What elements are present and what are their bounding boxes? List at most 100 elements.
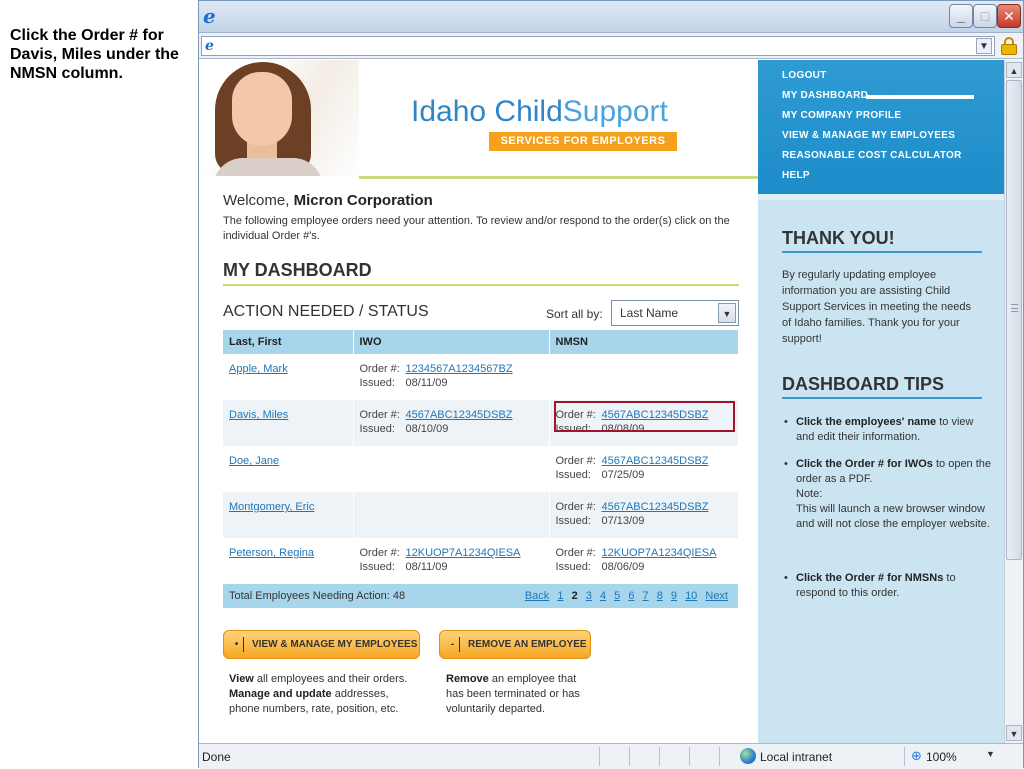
employee-name-link[interactable]: Doe, Jane: [229, 455, 279, 467]
vertical-scrollbar[interactable]: ▲ ▼: [1004, 60, 1023, 743]
column-header-name: Last, First: [223, 330, 354, 354]
nmsn-issued-date: 08/06/09: [601, 561, 645, 573]
pager-page-5[interactable]: 5: [614, 590, 620, 602]
pager-next-link[interactable]: Next: [705, 590, 728, 602]
minimize-button[interactable]: _: [949, 4, 973, 28]
view-manage-employees-button[interactable]: • VIEW & MANAGE MY EMPLOYEES: [223, 630, 420, 659]
nmsn-issued-date: 08/08/09: [601, 423, 645, 435]
dashboard-tips-heading: DASHBOARD TIPS: [782, 374, 945, 394]
main-nav: LOGOUT MY DASHBOARD MY COMPANY PROFILE V…: [758, 60, 1004, 194]
iwo-order-link[interactable]: 1234567A1234567BZ: [406, 363, 513, 375]
iwo-order-link[interactable]: 12KUOP7A1234QIESA: [406, 547, 521, 559]
intro-text: The following employee orders need your …: [223, 215, 730, 242]
total-employees-text: Total Employees Needing Action: 48: [229, 590, 406, 602]
orders-table: Last, First IWO NMSN Apple, Mark Order #…: [223, 330, 739, 608]
scrollbar-thumb[interactable]: [1006, 80, 1022, 560]
tip-employee-name: Click the employees' name to view and ed…: [782, 415, 992, 445]
iwo-issued-date: 08/11/09: [405, 377, 448, 389]
address-input[interactable]: e ▼: [201, 36, 995, 56]
scroll-up-button[interactable]: ▲: [1006, 62, 1022, 78]
table-row: Doe, Jane Order #: 4567ABC12345DSBZ Issue…: [223, 446, 739, 492]
nmsn-order-link[interactable]: 4567ABC12345DSBZ: [602, 501, 709, 513]
nav-active-indicator: [866, 95, 974, 99]
remove-employee-button[interactable]: - REMOVE AN EMPLOYEE: [439, 630, 591, 659]
pager-page-7[interactable]: 7: [643, 590, 649, 602]
lock-icon[interactable]: [1001, 37, 1017, 55]
nav-my-company-profile[interactable]: MY COMPANY PROFILE: [782, 110, 901, 121]
pager-back-link[interactable]: Back: [525, 590, 549, 602]
section-title: ACTION NEEDED / STATUS: [223, 303, 429, 320]
table-row: Apple, Mark Order #: 1234567A1234567BZ Is…: [223, 354, 739, 400]
nmsn-issued-date: 07/13/09: [601, 515, 645, 527]
zoom-dropdown-icon[interactable]: ▼: [986, 749, 995, 759]
page-viewport: Idaho ChildSupport SERVICES FOR EMPLOYER…: [199, 60, 1004, 743]
tip-iwo-order: Click the Order # for IWOs to open the o…: [782, 457, 992, 532]
dashboard-tips-divider: [782, 397, 982, 399]
title-bar: e _ □ ✕: [199, 1, 1023, 33]
nav-my-dashboard[interactable]: MY DASHBOARD: [782, 90, 868, 101]
pager-page-10[interactable]: 10: [685, 590, 697, 602]
employee-name-link[interactable]: Montgomery, Eric: [229, 501, 314, 513]
nav-view-manage-employees[interactable]: VIEW & MANAGE MY EMPLOYEES: [782, 130, 955, 141]
welcome-message: Welcome, Micron Corporation: [223, 192, 433, 209]
iwo-order-link[interactable]: 4567ABC12345DSBZ: [406, 409, 513, 421]
header-photo: [199, 60, 359, 176]
remove-employee-label: REMOVE AN EMPLOYEE: [468, 639, 587, 650]
thank-you-divider: [782, 251, 982, 253]
pager-page-1[interactable]: 1: [557, 590, 563, 602]
sidebar-divider: [758, 194, 1004, 200]
employee-name-link[interactable]: Davis, Miles: [229, 409, 288, 421]
company-name: Micron Corporation: [293, 192, 433, 209]
column-header-iwo: IWO: [353, 330, 550, 354]
globe-icon: [740, 748, 756, 764]
ie-icon: e: [203, 4, 216, 28]
browser-window: e _ □ ✕ e ▼ Idaho ChildSupport SERVICES …: [198, 0, 1024, 769]
pager-page-3[interactable]: 3: [586, 590, 592, 602]
site-logo[interactable]: Idaho ChildSupport: [411, 95, 668, 129]
header-divider: [359, 176, 758, 179]
view-manage-description: View all employees and their orders. Man…: [229, 673, 408, 715]
nav-logout[interactable]: LOGOUT: [782, 70, 827, 81]
scroll-down-button[interactable]: ▼: [1006, 725, 1022, 741]
pager-current-page: 2: [571, 590, 578, 602]
pager-page-6[interactable]: 6: [628, 590, 634, 602]
address-bar: e ▼: [199, 33, 1023, 59]
page-ie-icon: e: [205, 38, 214, 54]
iwo-issued-date: 08/11/09: [405, 561, 448, 573]
status-bar: Done Local intranet ⊕ 100% ▼: [199, 743, 1023, 769]
nmsn-order-link-davis-miles[interactable]: 4567ABC12345DSBZ: [602, 409, 709, 421]
security-zone[interactable]: Local intranet: [760, 750, 832, 764]
zoom-level[interactable]: 100%: [926, 750, 957, 764]
status-text: Done: [202, 750, 231, 764]
page-title: MY DASHBOARD: [223, 260, 372, 280]
employee-name-link[interactable]: Peterson, Regina: [229, 547, 314, 559]
pager-page-8[interactable]: 8: [657, 590, 663, 602]
nav-help[interactable]: HELP: [782, 170, 810, 181]
table-row: Davis, Miles Order #: 4567ABC12345DSBZ Is…: [223, 400, 739, 446]
nmsn-order-link[interactable]: 12KUOP7A1234QIESA: [602, 547, 717, 559]
table-row: Montgomery, Eric Order #: 4567ABC12345DSB…: [223, 492, 739, 538]
employee-name-link[interactable]: Apple, Mark: [229, 363, 288, 375]
sort-label: Sort all by:: [546, 307, 603, 321]
table-row: Peterson, Regina Order #: 12KUOP7A1234QIE…: [223, 538, 739, 584]
thank-you-heading: THANK YOU!: [782, 228, 895, 248]
table-footer: Total Employees Needing Action: 48 Back …: [223, 584, 739, 608]
address-dropdown-button[interactable]: ▼: [976, 38, 992, 54]
minus-icon: -: [446, 637, 460, 652]
nav-reasonable-cost-calculator[interactable]: REASONABLE COST CALCULATOR: [782, 150, 962, 161]
nmsn-issued-date: 07/25/09: [601, 469, 645, 481]
pager-page-4[interactable]: 4: [600, 590, 606, 602]
pagination: Back 1 2 3 4 5 6 7 8 9 10 Next: [520, 589, 728, 603]
title-divider: [223, 284, 739, 286]
maximize-button[interactable]: □: [973, 4, 997, 28]
view-manage-employees-label: VIEW & MANAGE MY EMPLOYEES: [252, 639, 418, 650]
sort-select[interactable]: Last Name ▼: [611, 300, 739, 326]
instruction-text: Click the Order # for Davis, Miles under…: [10, 27, 179, 82]
thank-you-text: By regularly updating employee informati…: [782, 269, 971, 345]
pager-page-9[interactable]: 9: [671, 590, 677, 602]
close-button[interactable]: ✕: [997, 4, 1021, 28]
remove-description: Remove an employee that has been termina…: [446, 673, 580, 715]
chevron-down-icon[interactable]: ▼: [718, 303, 736, 323]
tip-nmsn-order: Click the Order # for NMSNs to respond t…: [782, 571, 992, 601]
nmsn-order-link[interactable]: 4567ABC12345DSBZ: [602, 455, 709, 467]
